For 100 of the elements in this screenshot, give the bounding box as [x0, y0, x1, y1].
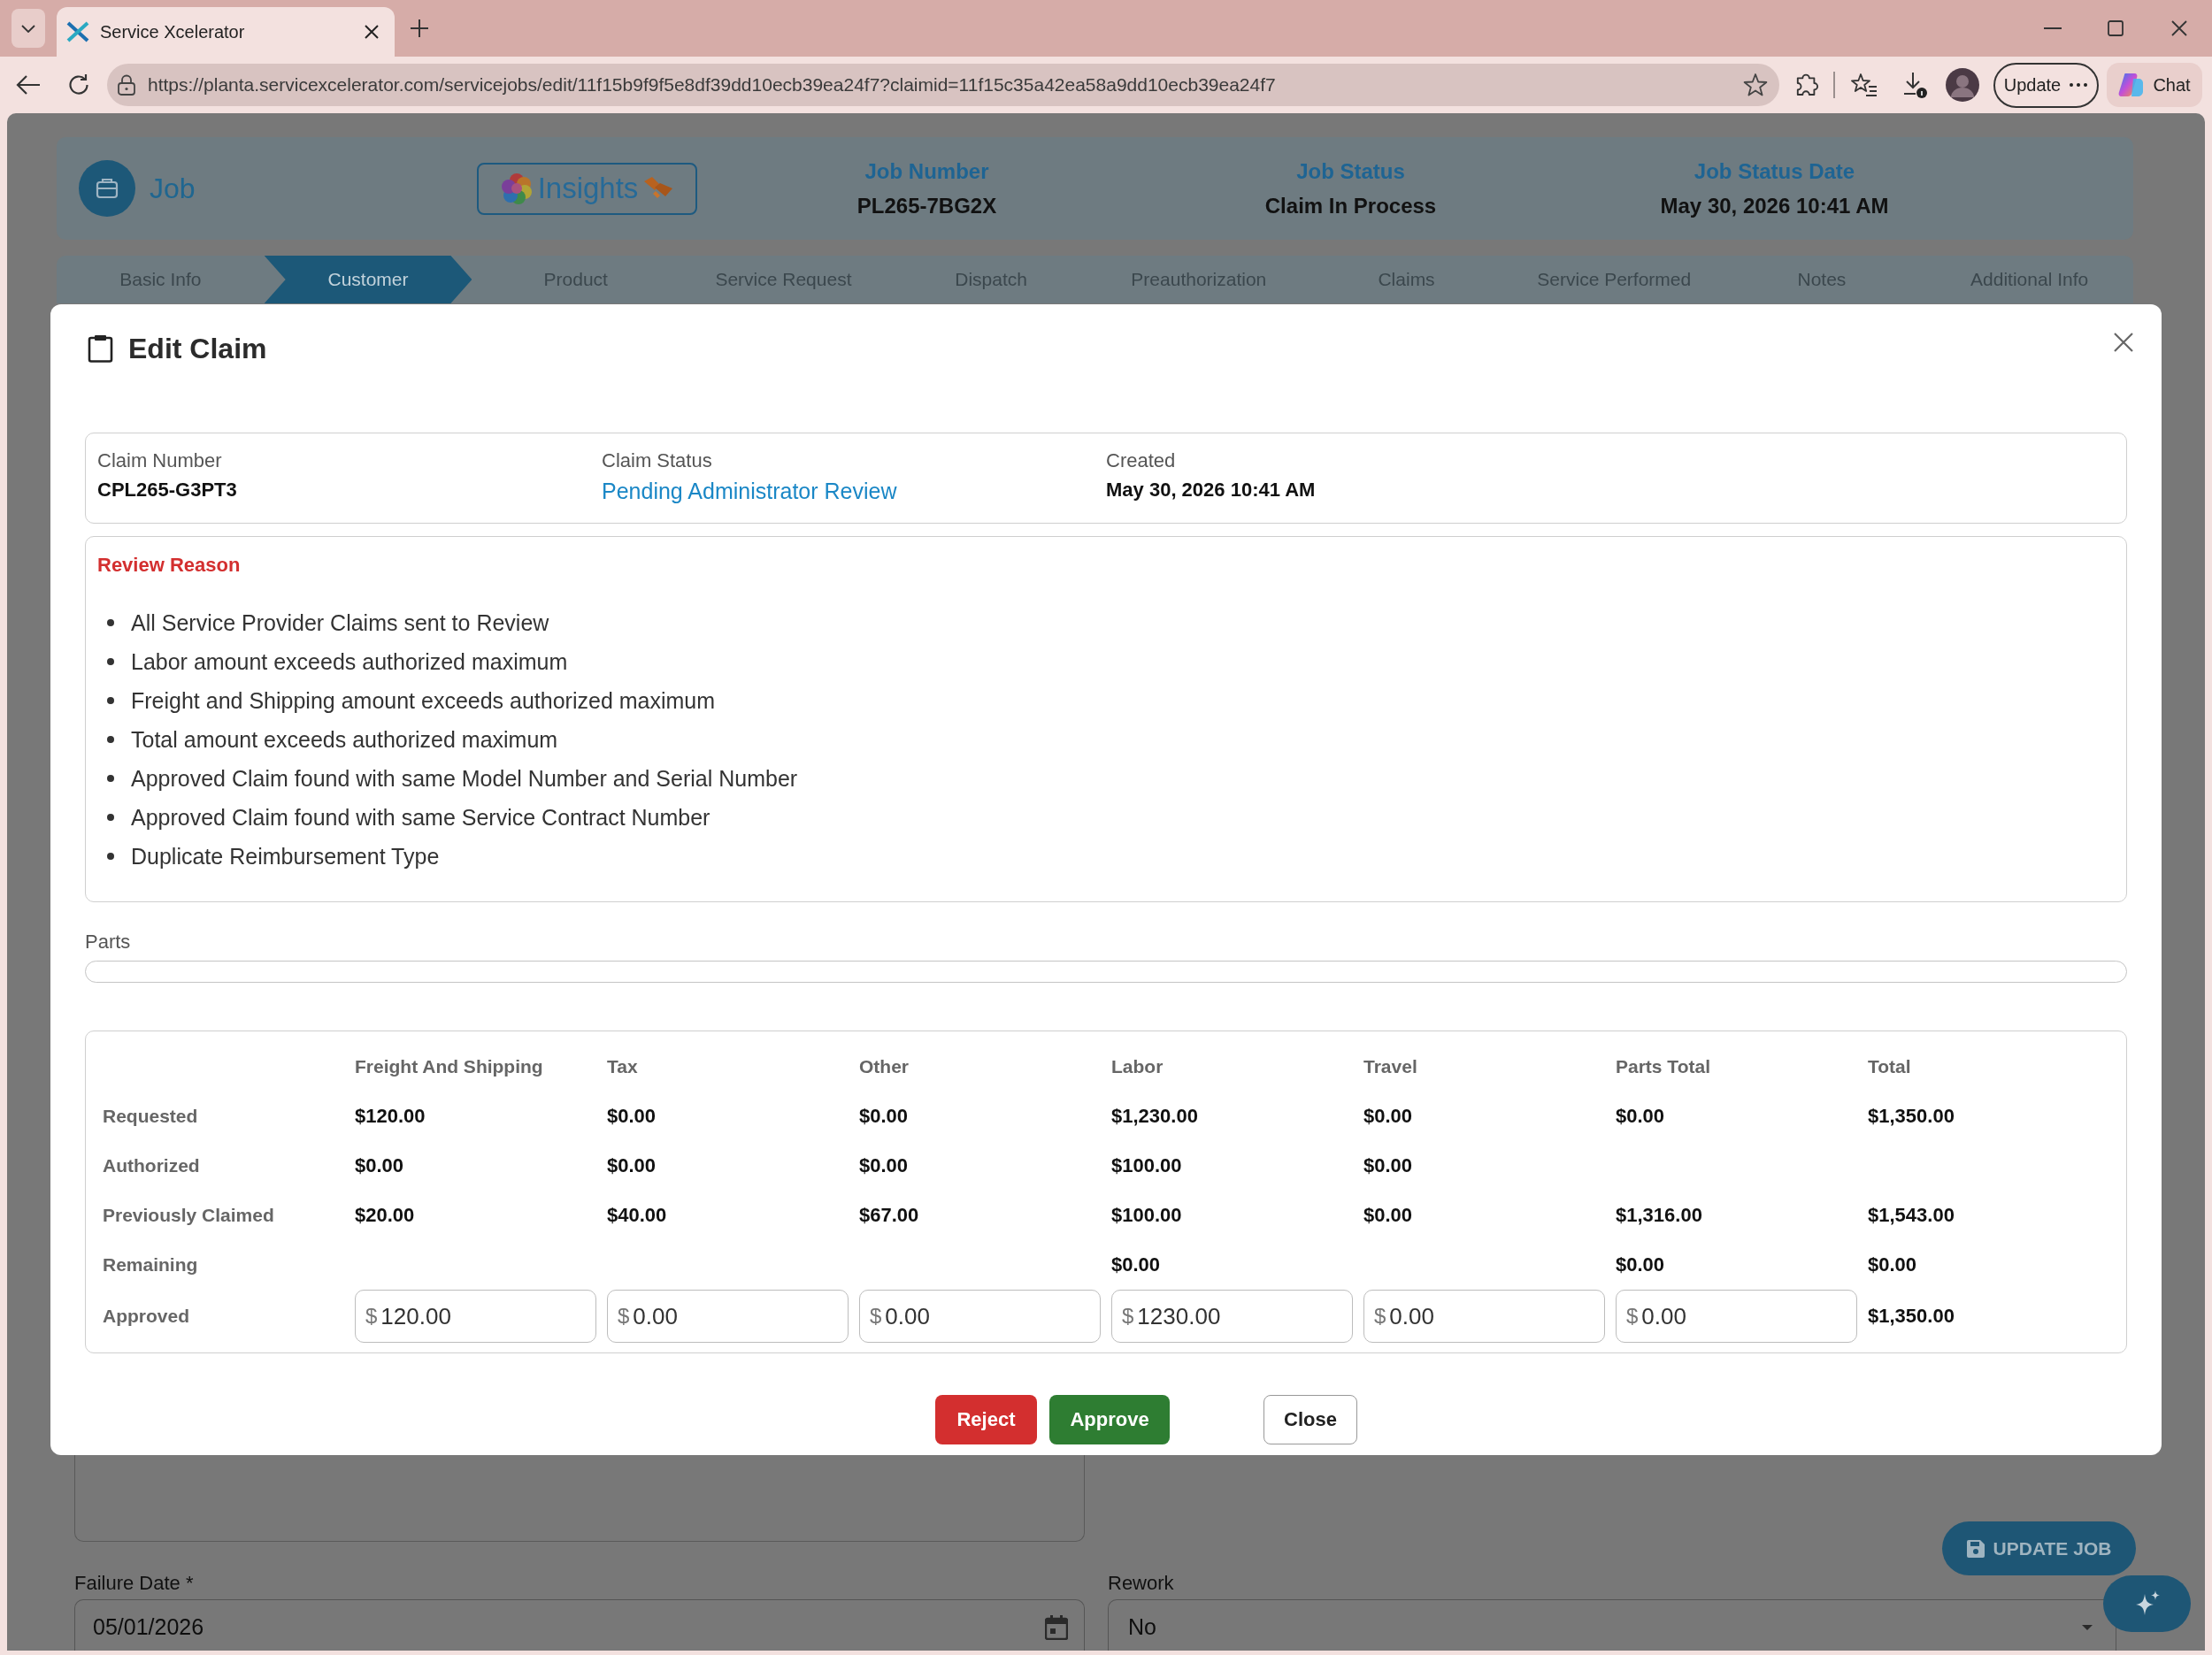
text-area-field[interactable]: [74, 1455, 1085, 1542]
review-item: All Service Provider Claims sent to Review: [131, 609, 549, 636]
bullet-icon: [107, 619, 114, 626]
close-icon[interactable]: [2171, 20, 2187, 36]
briefcase-icon: [79, 160, 135, 217]
reload-icon[interactable]: [67, 73, 90, 96]
amount-value: $1,350.00: [1868, 1105, 1955, 1128]
emblem-icon: [643, 176, 674, 201]
reject-button[interactable]: Reject: [935, 1395, 1037, 1444]
bullet-icon: [107, 697, 114, 704]
column-header: Travel: [1363, 1056, 1417, 1077]
amount-field[interactable]: $0.00: [1616, 1290, 1857, 1343]
field-value: May 30, 2026 10:41 AM: [1106, 478, 1317, 502]
bullet-icon: [107, 658, 114, 665]
field-value: CPL265-G3PT3: [97, 478, 238, 502]
amount-field[interactable]: $0.00: [1363, 1290, 1605, 1343]
amount-value: $1,230.00: [1111, 1105, 1198, 1128]
lock-icon: [118, 74, 135, 96]
info-label: Job Number: [864, 158, 990, 185]
review-item: Freight and Shipping amount exceeds authorized maximum: [131, 687, 716, 714]
close-icon[interactable]: [365, 25, 379, 39]
avatar-icon[interactable]: [1945, 68, 1979, 102]
form-label: Failure Date *: [74, 1571, 195, 1596]
chat-button[interactable]: Chat: [2106, 63, 2202, 107]
amount-value: $0.00: [1363, 1105, 1413, 1128]
field-label: Claim Number: [97, 448, 223, 473]
info-label: Job Status Date: [1693, 158, 1856, 185]
x-logo-icon: [66, 21, 89, 42]
amount-value: $0.00: [859, 1154, 909, 1177]
review-item: Labor amount exceeds authorized maximum: [131, 648, 568, 675]
more-icon: [2070, 83, 2088, 87]
logo-icon: [2117, 72, 2145, 98]
column-header: Tax: [607, 1056, 638, 1077]
chevron-down-icon: [21, 24, 35, 33]
bullet-icon: [107, 853, 114, 860]
amount-value: $0.00: [1363, 1154, 1413, 1177]
save-icon: [1966, 1539, 1985, 1558]
clipboard-icon: [88, 334, 113, 363]
parts-label: Parts: [85, 930, 132, 954]
row-label: Requested: [103, 1106, 198, 1127]
maximize-icon[interactable]: [2108, 20, 2124, 36]
row-label: Approved: [103, 1306, 189, 1327]
amount-field[interactable]: $1230.00: [1111, 1290, 1353, 1343]
amount-value: $100.00: [1111, 1204, 1182, 1227]
update-button[interactable]: Update: [1993, 62, 2099, 108]
amount-value: $100.00: [1111, 1154, 1182, 1177]
amount-value: $0.00: [607, 1105, 657, 1128]
column-header: Labor: [1111, 1056, 1164, 1077]
review-item: Duplicate Reimbursement Type: [131, 843, 440, 870]
browser-tab[interactable]: Service Xcelerator: [57, 7, 395, 57]
amount-value: $20.00: [355, 1204, 415, 1227]
tab[interactable]: Customer: [264, 256, 472, 303]
address-bar[interactable]: https://planta.servicexcelerator.com/servicejobs/edit/11f15b9f9f5e8df39dd10ecb39ea24f7?claimid=11f15c35a42ea58a9dd10ecb39ea24f7: [107, 64, 1779, 106]
close-icon[interactable]: [2114, 333, 2133, 352]
star-icon[interactable]: [1743, 73, 1768, 96]
amount-value: $0.00: [1363, 1204, 1413, 1227]
approve-button[interactable]: Approve: [1049, 1395, 1170, 1444]
bullet-icon: [107, 736, 114, 743]
row-label: Remaining: [103, 1254, 198, 1276]
info-value: PL265-7BG2X: [856, 193, 998, 219]
calendar-icon[interactable]: [1045, 1614, 1068, 1640]
date-field[interactable]: 05/01/2026: [74, 1599, 1085, 1651]
puzzle-icon[interactable]: [1794, 72, 1821, 98]
field-label: Claim Status: [602, 448, 713, 473]
plus-icon[interactable]: [411, 19, 428, 37]
close-button[interactable]: Close: [1263, 1395, 1357, 1444]
favorites-icon[interactable]: [1850, 73, 1878, 96]
row-label: Authorized: [103, 1155, 200, 1176]
update-job-button[interactable]: UPDATE JOB: [1942, 1521, 2136, 1575]
amount-value: $0.00: [1111, 1253, 1161, 1276]
review-item: Approved Claim found with same Service Contract Number: [131, 804, 710, 831]
amount-value: $0.00: [859, 1105, 909, 1128]
amount-value: $0.00: [607, 1154, 657, 1177]
info-value: Claim In Process: [1263, 193, 1438, 219]
caret-down-icon: [2082, 1624, 2093, 1630]
review-title: Review Reason: [97, 553, 242, 578]
amount-value: $40.00: [607, 1204, 667, 1227]
review-item: Total amount exceeds authorized maximum: [131, 726, 558, 753]
bullet-icon: [107, 814, 114, 821]
column-header: Other: [859, 1056, 909, 1077]
amount-value: $0.00: [1868, 1253, 1917, 1276]
amount-field[interactable]: $0.00: [859, 1290, 1101, 1343]
amount-field[interactable]: $0.00: [607, 1290, 849, 1343]
amount-field[interactable]: $120.00: [355, 1290, 596, 1343]
amount-value: $1,316.00: [1616, 1204, 1702, 1227]
field-label: Created: [1106, 448, 1177, 473]
form-label: Rework: [1108, 1571, 1175, 1596]
status-value: Pending Administrator Review: [602, 478, 898, 505]
row-label: Previously Claimed: [103, 1205, 274, 1226]
amount-value: $0.00: [1616, 1105, 1665, 1128]
review-item: Approved Claim found with same Model Number and Serial Number: [131, 765, 798, 792]
tab-list-button[interactable]: [12, 9, 45, 48]
column-header: Total: [1868, 1056, 1911, 1077]
bullet-icon: [107, 775, 114, 782]
column-header: Freight And Shipping: [355, 1056, 543, 1077]
info-value: May 30, 2026 10:41 AM: [1659, 193, 1890, 219]
back-arrow-icon[interactable]: [16, 74, 41, 96]
column-header: Parts Total: [1616, 1056, 1710, 1077]
amount-value: $120.00: [355, 1105, 426, 1128]
flower-logo-icon: [500, 172, 533, 204]
